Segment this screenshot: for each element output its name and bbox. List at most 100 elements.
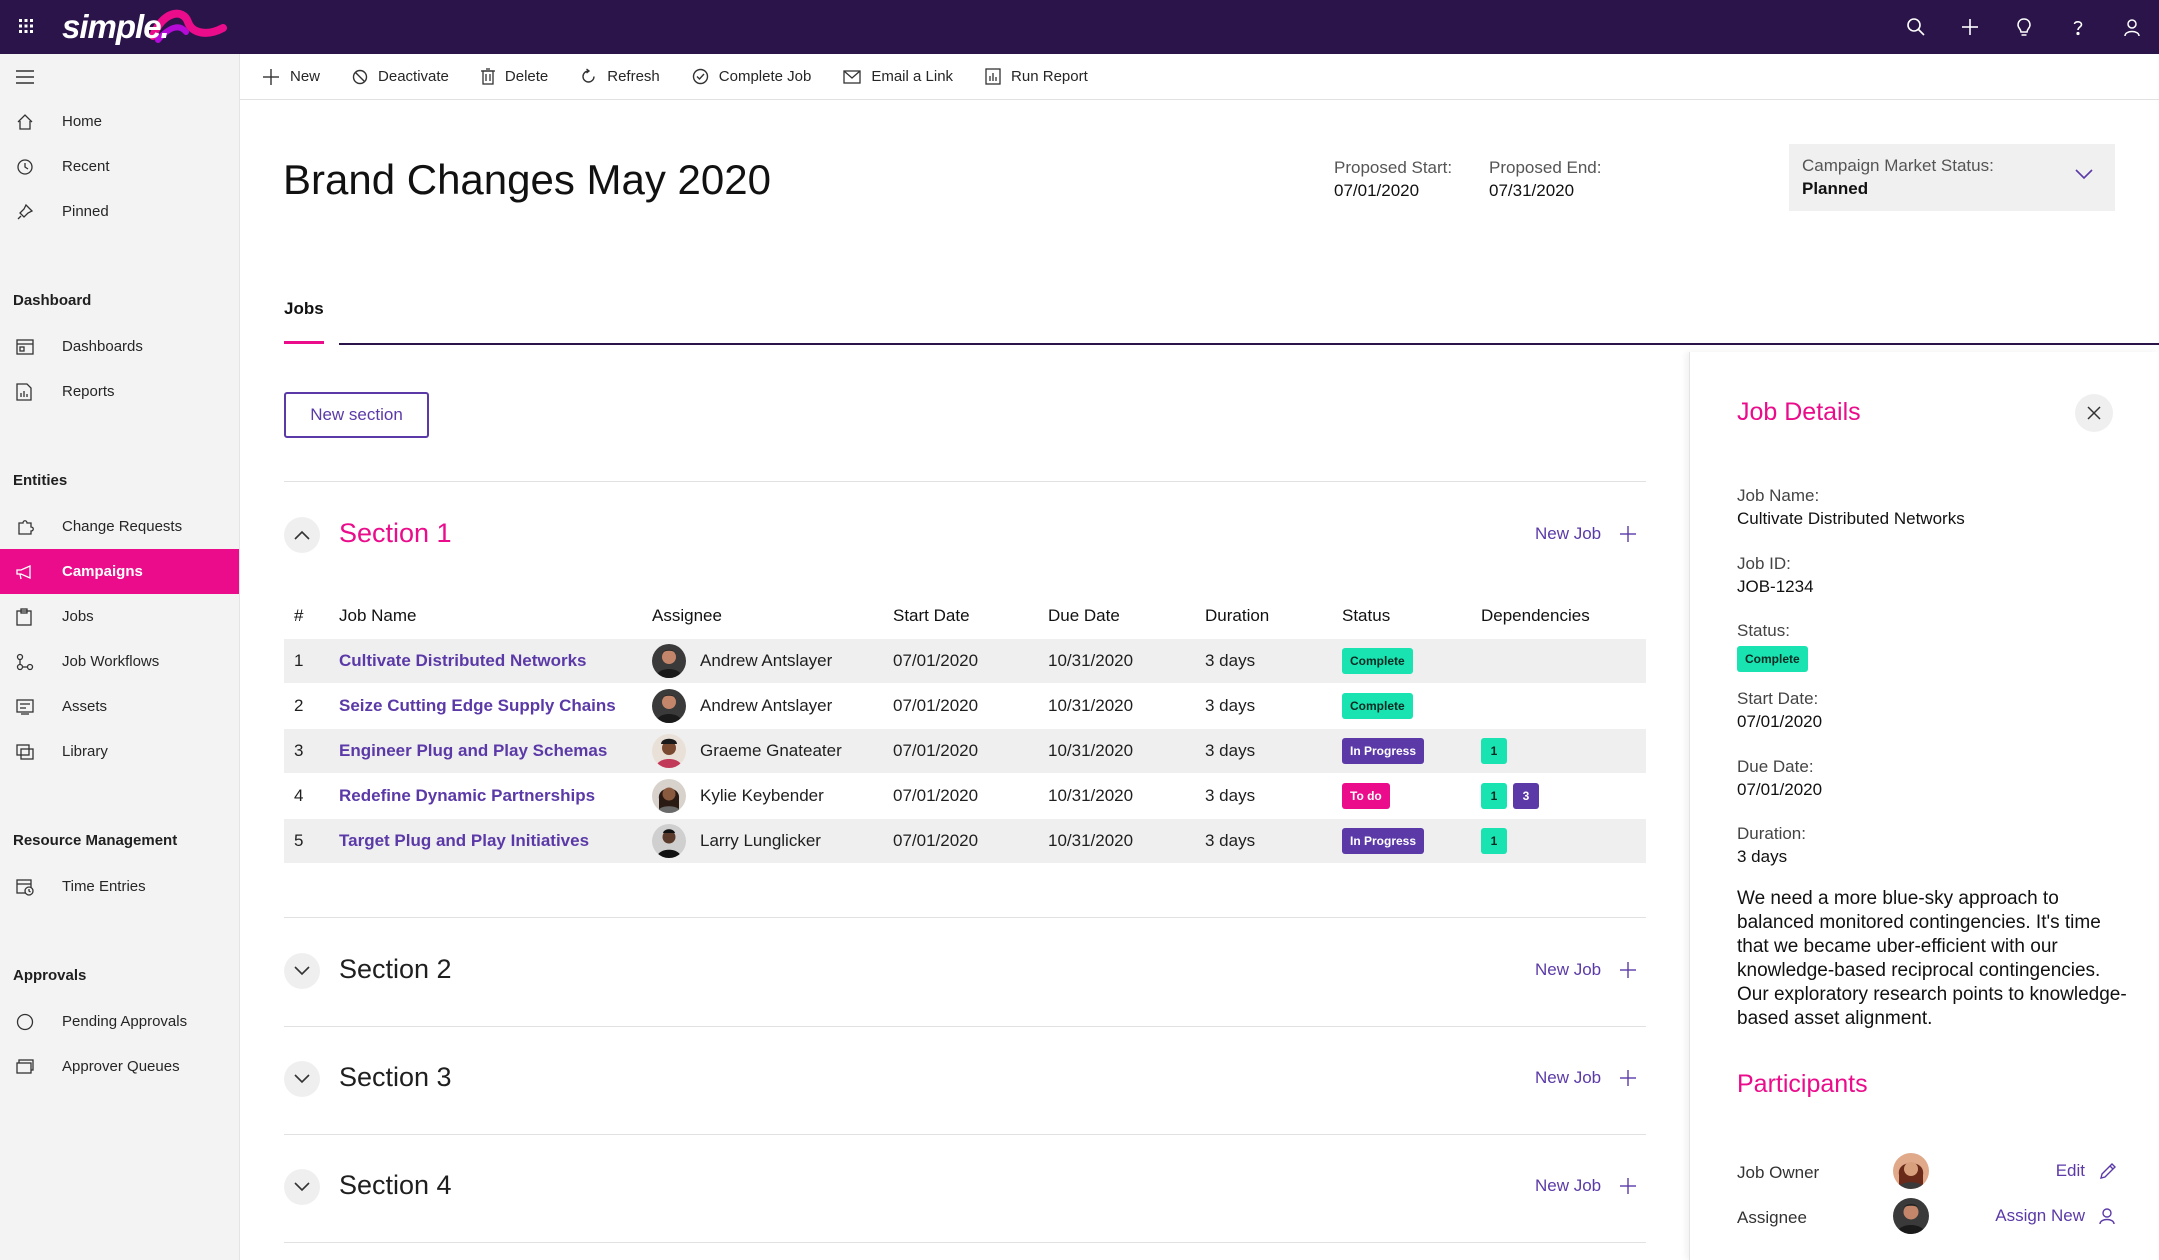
tab-jobs[interactable]: Jobs [284,299,324,319]
plus-icon [1620,526,1637,542]
job-name-link[interactable]: Cultivate Distributed Networks [339,639,587,683]
delete-button[interactable]: Delete [471,54,558,99]
section-3-expand-toggle[interactable] [284,1061,320,1097]
new-section-button[interactable]: New section [284,392,429,438]
dependency-badge[interactable]: 1 [1481,783,1507,809]
job-name-link[interactable]: Target Plug and Play Initiatives [339,819,589,863]
help-icon[interactable] [2051,0,2105,54]
table-row[interactable]: 1 Cultivate Distributed Networks Andrew … [284,639,1646,683]
command-bar: New Deactivate Delete Refresh Complete J… [240,54,2159,100]
sidebar-item-label: Job Workflows [62,653,160,670]
logo[interactable]: simple. [62,8,170,46]
mail-icon [843,69,861,84]
section-1-new-job-button[interactable]: New Job [1535,524,1637,544]
avatar [652,734,686,768]
col-header-dependencies[interactable]: Dependencies [1481,606,1590,626]
new-button[interactable]: New [252,54,330,99]
job-name-link[interactable]: Seize Cutting Edge Supply Chains [339,684,616,728]
job-description: We need a more blue-sky approach to bala… [1737,888,2127,1029]
market-status-label: Campaign Market Status: [1802,156,1994,175]
sidebar-item-time-entries[interactable]: Time Entries [0,864,239,909]
table-row[interactable]: 4 Redefine Dynamic Partnerships Kylie Ke… [284,774,1646,818]
edit-owner-button[interactable]: Edit [2056,1161,2117,1181]
add-icon[interactable] [1943,0,1997,54]
lightbulb-icon[interactable] [1997,0,2051,54]
section-4-expand-toggle[interactable] [284,1169,320,1205]
col-header-status[interactable]: Status [1342,606,1390,626]
email-link-button[interactable]: Email a Link [833,54,963,99]
avatar [1893,1153,1929,1189]
sidebar-item-change-requests[interactable]: Change Requests [0,504,239,549]
col-header-duration[interactable]: Duration [1205,606,1269,626]
search-icon[interactable] [1889,0,1943,54]
campaign-market-status-dropdown[interactable]: Campaign Market Status: Planned [1789,144,2115,211]
sidebar-item-home[interactable]: Home [0,99,239,144]
col-header-start-date[interactable]: Start Date [893,606,970,626]
due-date: 10/31/2020 [1048,786,1134,805]
time-entry-icon [16,878,36,896]
section-2-new-job-button[interactable]: New Job [1535,960,1637,980]
table-row[interactable]: 5 Target Plug and Play Initiatives Larry… [284,819,1646,863]
assign-new-button[interactable]: Assign New [1995,1206,2117,1226]
sidebar-item-approver-queues[interactable]: Approver Queues [0,1044,239,1089]
app-launcher-icon[interactable] [18,18,34,39]
sidebar-item-reports[interactable]: Reports [0,369,239,414]
dependency-badge[interactable]: 1 [1481,828,1507,854]
row-number: 4 [294,786,304,805]
assignee-row: Assignee Assign New [1737,1198,2117,1238]
field-label: Status: [1737,621,1790,640]
section-2-expand-toggle[interactable] [284,953,320,989]
assign-new-label: Assign New [1995,1206,2085,1225]
col-header-assignee[interactable]: Assignee [652,606,722,626]
sidebar-item-job-workflows[interactable]: Job Workflows [0,639,239,684]
section-3-new-job-button[interactable]: New Job [1535,1068,1637,1088]
sidebar-item-recent[interactable]: Recent [0,144,239,189]
check-circle-icon [692,68,708,85]
col-header-due-date[interactable]: Due Date [1048,606,1120,626]
section-1-collapse-toggle[interactable] [284,517,320,553]
dependency-badge[interactable]: 1 [1481,738,1507,764]
section-4-new-job-button[interactable]: New Job [1535,1176,1637,1196]
deactivate-label: Deactivate [378,68,449,85]
due-date-field: Due Date: 07/01/2020 [1737,755,1822,801]
queue-icon [16,1058,36,1075]
job-name-field: Job Name: Cultivate Distributed Networks [1737,484,1965,530]
assignee-label: Assignee [1737,1208,1807,1227]
col-header-job-name[interactable]: Job Name [339,606,416,626]
table-row[interactable]: 3 Engineer Plug and Play Schemas Graeme … [284,729,1646,773]
sidebar-item-campaigns[interactable]: Campaigns [0,549,239,594]
run-report-button[interactable]: Run Report [975,54,1098,99]
person-add-icon [2099,1208,2115,1225]
field-value: 3 days [1737,847,1788,866]
megaphone-icon [16,564,36,580]
run-report-label: Run Report [1011,68,1088,85]
user-icon[interactable] [2105,0,2159,54]
complete-job-button[interactable]: Complete Job [682,54,822,99]
job-name-link[interactable]: Engineer Plug and Play Schemas [339,729,607,773]
sidebar-item-dashboards[interactable]: Dashboards [0,324,239,369]
refresh-button[interactable]: Refresh [570,54,670,99]
col-header-num: # [294,606,304,625]
section-2-title: Section 2 [339,954,452,984]
refresh-label: Refresh [607,68,660,85]
dependency-badge[interactable]: 3 [1513,783,1539,809]
job-name-link[interactable]: Redefine Dynamic Partnerships [339,774,595,818]
sidebar-item-library[interactable]: Library [0,729,239,774]
due-date: 10/31/2020 [1048,831,1134,850]
sidebar-item-label: Assets [62,698,108,715]
hamburger-icon[interactable] [16,70,34,89]
deactivate-button[interactable]: Deactivate [342,54,459,99]
section-divider [284,1242,1646,1243]
proposed-end-value: 07/31/2020 [1489,181,1575,200]
new-job-label: New Job [1535,1176,1602,1195]
sidebar-item-jobs[interactable]: Jobs [0,594,239,639]
sidebar-item-pinned[interactable]: Pinned [0,189,239,234]
sidebar-item-assets[interactable]: Assets [0,684,239,729]
sidebar-item-label: Approver Queues [62,1058,180,1075]
table-row[interactable]: 2 Seize Cutting Edge Supply Chains Andre… [284,684,1646,728]
clipboard-icon [16,607,36,626]
sidebar-item-pending-approvals[interactable]: Pending Approvals [0,999,239,1044]
page-title: Brand Changes May 2020 [283,156,771,203]
close-panel-button[interactable] [2075,394,2113,432]
field-value: 07/01/2020 [1737,780,1823,799]
